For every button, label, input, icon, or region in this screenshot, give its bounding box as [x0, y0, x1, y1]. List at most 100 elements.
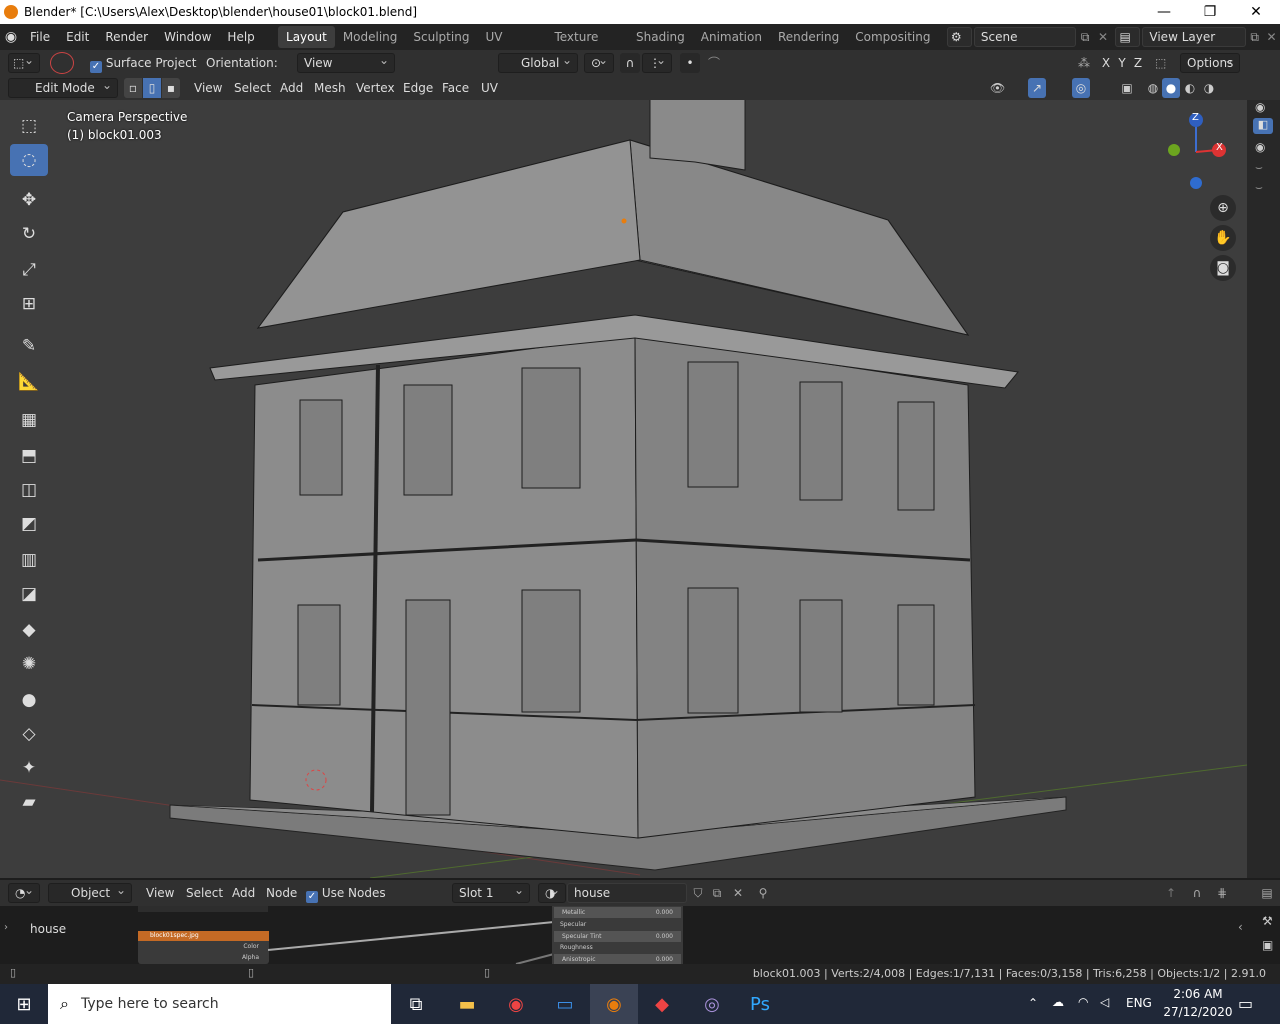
mirror-x-toggle[interactable]: X — [1098, 53, 1114, 73]
snap-mode-icon[interactable]: ⋕ — [1210, 883, 1234, 903]
sidebar-toggle-icon[interactable]: ▤ — [1258, 883, 1276, 903]
loop-cut-tool-icon[interactable]: ▥ — [10, 544, 48, 576]
rendered-shading-icon[interactable]: ◑ — [1200, 78, 1218, 98]
menu-window[interactable]: Window — [156, 24, 219, 50]
menu-help[interactable]: Help — [219, 24, 262, 50]
slot-dropdown[interactable]: Slot 1 — [452, 881, 530, 903]
mode-dropdown[interactable]: Edit Mode — [8, 76, 118, 98]
falloff-icon[interactable]: ⌒ — [702, 53, 726, 73]
view-layer-field[interactable]: View Layer — [1142, 27, 1247, 47]
visibility-icon[interactable]: 👁 — [990, 78, 1020, 98]
file-explorer-icon[interactable]: ▬ — [443, 984, 491, 1024]
tab-rendering[interactable]: Rendering — [770, 26, 847, 48]
taskbar-search-box[interactable]: ⌕ Type here to search — [48, 984, 391, 1024]
menu-mesh[interactable]: Mesh — [314, 78, 346, 98]
bsdf-row-metallic[interactable]: Metallic 0.000 — [554, 907, 681, 918]
remote-desktop-icon[interactable]: ▭ — [541, 984, 589, 1024]
tab-texture-paint[interactable]: Texture Paint — [546, 26, 628, 66]
minimize-button[interactable]: — — [1141, 0, 1187, 24]
active-tool-icon[interactable] — [50, 52, 74, 74]
menu-edit[interactable]: Edit — [58, 24, 97, 50]
delete-view-layer-icon[interactable]: ✕ — [1263, 30, 1280, 44]
vertex-select-icon[interactable]: ▫ — [124, 78, 142, 98]
view-layer-icon[interactable]: ▤ — [1115, 27, 1141, 47]
move-tool-icon[interactable]: ✥ — [10, 184, 48, 216]
principled-bsdf-node[interactable]: Metallic 0.000 Specular Specular Tint 0.00… — [552, 906, 683, 965]
shear-tool-icon[interactable]: ▰ — [10, 786, 48, 818]
parent-node-tree-icon[interactable]: ↑ — [1162, 883, 1180, 903]
duplicate-material-icon[interactable]: ⧉ — [709, 883, 725, 903]
mirror-y-toggle[interactable]: Y — [1114, 53, 1130, 73]
scale-tool-icon[interactable]: ⤢ — [10, 254, 48, 286]
shader-type-dropdown[interactable]: Object — [48, 881, 132, 903]
media-player-icon[interactable]: ◎ — [688, 984, 736, 1024]
select-mode-dropdown[interactable]: ⬚ — [8, 51, 40, 73]
material-shading-icon[interactable]: ◐ — [1181, 78, 1199, 98]
close-button[interactable]: ✕ — [1233, 0, 1279, 24]
antivirus-icon[interactable]: ◆ — [638, 984, 686, 1024]
scene-selector-icon[interactable]: ⚙ — [946, 27, 972, 47]
menu-add[interactable]: Add — [280, 78, 303, 98]
scene-field[interactable]: Scene — [973, 27, 1076, 47]
menu-uv[interactable]: UV — [481, 78, 498, 98]
node-menu-select[interactable]: Select — [186, 883, 223, 903]
node-snap-icon[interactable]: ∩ — [1188, 883, 1206, 903]
add-cube-tool-icon[interactable]: ▦ — [10, 404, 48, 436]
material-browse-icon[interactable]: ◑ — [538, 881, 566, 903]
transform-orientation-dropdown[interactable]: Global — [498, 51, 578, 73]
show-hidden-icons-icon[interactable]: ⌃ — [1028, 996, 1038, 1010]
eye-icon-2[interactable]: ◉ — [1255, 140, 1265, 154]
node-menu-add[interactable]: Add — [232, 883, 255, 903]
annotate-tool-icon[interactable]: ✎ — [10, 330, 48, 362]
new-view-layer-icon[interactable]: ⧉ — [1246, 30, 1263, 45]
bevel-tool-icon[interactable]: ◩ — [10, 508, 48, 540]
pan-hand-icon[interactable]: ✋ — [1210, 225, 1236, 251]
solid-shading-icon[interactable]: ● — [1162, 78, 1180, 98]
image-texture-node[interactable]: block01spec.jpg Color Alpha — [138, 931, 269, 964]
snap-toggle-icon[interactable]: ∩ — [620, 53, 640, 73]
bsdf-row-specular-tint[interactable]: Specular Tint 0.000 — [554, 931, 681, 942]
photoshop-icon[interactable]: Ps — [736, 984, 784, 1024]
extrude-tool-icon[interactable]: ⬒ — [10, 440, 48, 472]
tab-layout[interactable]: Layout — [278, 26, 335, 48]
orientation-dropdown[interactable]: View — [297, 51, 395, 73]
tab-compositing[interactable]: Compositing — [847, 26, 938, 48]
tool-tab-icon[interactable]: ⚒ — [1262, 914, 1273, 928]
navigation-gizmo[interactable]: Z X — [1160, 110, 1230, 190]
mirror-z-toggle[interactable]: Z — [1130, 53, 1146, 73]
tab-sculpting[interactable]: Sculpting — [405, 26, 477, 48]
language-indicator[interactable]: ENG — [1126, 996, 1152, 1010]
overlays-toggle-icon[interactable]: ◎ — [1072, 78, 1090, 98]
fake-user-icon[interactable]: ⛉ — [690, 883, 706, 903]
collapse-sidebar-icon[interactable]: ‹ — [1238, 920, 1243, 934]
material-name-field[interactable]: house — [567, 883, 687, 903]
windows-start-icon[interactable]: ⊞ — [0, 984, 48, 1024]
face-select-icon[interactable]: ▪ — [162, 78, 180, 98]
tab-animation[interactable]: Animation — [693, 26, 770, 48]
zoom-icon[interactable]: ⊕ — [1210, 195, 1236, 221]
menu-file[interactable]: File — [22, 24, 58, 50]
mirror-icon[interactable]: ⁂ — [1078, 53, 1094, 73]
edge-select-icon[interactable]: ▯ — [143, 78, 161, 98]
notifications-icon[interactable]: ▭ — [1238, 994, 1253, 1013]
transform-tool-icon[interactable]: ⊞ — [10, 288, 48, 320]
image-color-socket[interactable]: Color — [138, 941, 269, 953]
tab-shading[interactable]: Shading — [628, 26, 693, 48]
select-box-tool-icon[interactable]: ⬚ — [10, 110, 48, 142]
task-view-icon[interactable]: ⧉ — [392, 984, 440, 1024]
delete-scene-icon[interactable]: ✕ — [1095, 30, 1112, 44]
options-dropdown[interactable]: Options — [1180, 51, 1240, 73]
measure-tool-icon[interactable]: 📐 — [10, 366, 48, 398]
blender-taskbar-icon[interactable]: ◉ — [590, 984, 638, 1024]
clock-time[interactable]: 2:06 AM — [1168, 987, 1228, 1001]
camera-view-icon[interactable]: ◙ — [1210, 255, 1236, 281]
expand-arrow-icon[interactable]: › — [4, 922, 8, 933]
snap-target-dropdown[interactable]: ⋮ — [642, 51, 672, 73]
xray-toggle-icon[interactable]: ▣ — [1118, 78, 1136, 98]
blender-menu-icon[interactable]: ◉ — [0, 29, 22, 45]
gizmo-toggle-icon[interactable]: ↗ — [1028, 78, 1046, 98]
bsdf-row-roughness[interactable]: Roughness — [552, 942, 683, 954]
proportional-edit-icon[interactable]: • — [680, 53, 700, 73]
image-alpha-socket[interactable]: Alpha — [138, 953, 269, 963]
onedrive-icon[interactable]: ☁ — [1052, 995, 1064, 1009]
